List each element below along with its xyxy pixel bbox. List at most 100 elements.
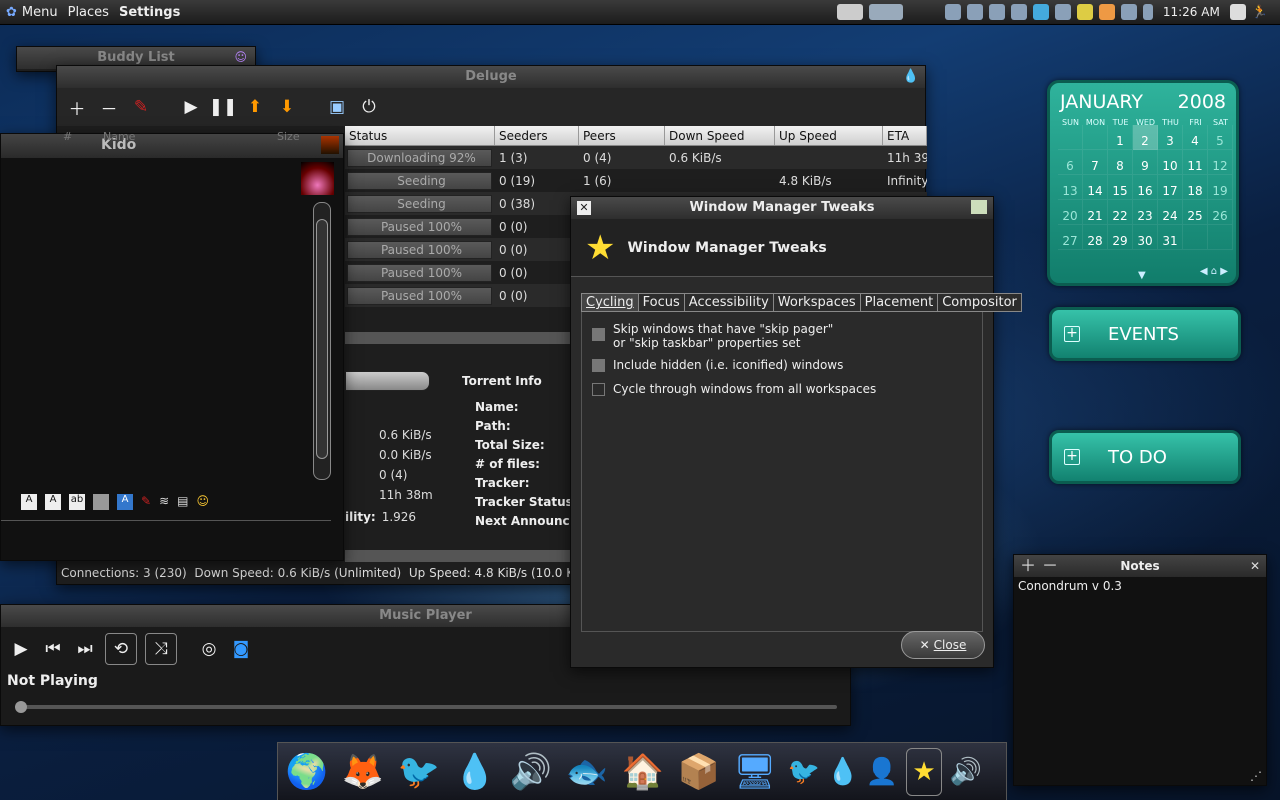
calendar-day[interactable]: 31 (1158, 225, 1183, 250)
resume-icon[interactable]: ▶ (179, 95, 203, 119)
shuffle-icon[interactable]: ⤨ (145, 633, 177, 665)
disk-icon[interactable] (1054, 4, 1071, 20)
scrollbar-thumb[interactable] (316, 219, 328, 459)
font-face-icon[interactable]: ab (69, 494, 85, 510)
tweaks-task-icon[interactable]: ★ (906, 747, 942, 796)
calendar-day[interactable]: 12 (1208, 150, 1233, 175)
calendar-day[interactable]: 27 (1058, 225, 1083, 250)
visualizer-icon[interactable]: ◙ (229, 637, 253, 661)
window-list-icon[interactable] (868, 4, 903, 20)
deluge-task-icon[interactable]: 💧 (827, 748, 859, 796)
tab-compositor[interactable]: Compositor (937, 293, 1022, 312)
chat-scrollbar[interactable] (313, 202, 331, 480)
calendar-day[interactable]: 21 (1083, 200, 1108, 225)
notes-titlebar[interactable]: ＋ － Notes ✕ (1014, 555, 1266, 577)
workspace-switcher-icon[interactable] (836, 4, 863, 20)
calendar-day[interactable] (1183, 225, 1208, 250)
add-icon[interactable]: ＋ (65, 95, 89, 120)
calendar-day[interactable]: 7 (1083, 150, 1108, 175)
deluge-tray-icon[interactable] (1032, 4, 1049, 20)
clock[interactable]: 11:26 AM (1163, 5, 1220, 19)
calendar-day[interactable]: 30 (1133, 225, 1158, 250)
calendar-day[interactable] (1083, 125, 1108, 150)
calendar-day[interactable]: 8 (1108, 150, 1133, 175)
next-icon[interactable]: ⏭ (73, 637, 97, 661)
tab-focus[interactable]: Focus (637, 293, 685, 312)
option-all-workspaces[interactable]: Cycle through windows from all workspace… (582, 372, 982, 396)
insert-image-icon[interactable]: ≋ (159, 494, 169, 510)
table-row[interactable]: Downloading 92% 1 (3) 0 (4) 0.6 KiB/s 11h 39 (345, 146, 927, 169)
insert-icon[interactable]: ▤ (177, 494, 188, 510)
todo-widget[interactable]: + TO DO (1049, 430, 1241, 484)
menu-button[interactable]: Menu (17, 5, 63, 20)
table-row[interactable]: Seeding 0 (19) 1 (6) 4.8 KiB/s Infinity (345, 169, 927, 192)
column-header[interactable]: Seeders (495, 126, 579, 145)
pause-icon[interactable]: ❚❚ (209, 95, 238, 119)
calendar-day[interactable]: 11 (1183, 150, 1208, 175)
pidgin-icon[interactable]: 🐦 (394, 748, 444, 796)
tab-placement[interactable]: Placement (859, 293, 939, 312)
column-header[interactable]: ETA (883, 126, 927, 145)
music-task-icon[interactable]: 🔊 (948, 748, 984, 796)
move-up-icon[interactable]: ⬆ (243, 95, 267, 119)
play-icon[interactable]: ▶ (9, 637, 33, 661)
tab-cycling[interactable]: Cycling (581, 293, 639, 312)
close-button[interactable]: ✕ Close (901, 631, 985, 659)
deluge-titlebar[interactable]: Deluge 💧 (57, 66, 925, 88)
calendar-day[interactable]: 17 (1158, 175, 1183, 200)
window-menu-icon[interactable] (971, 200, 987, 214)
calendar-day[interactable] (1058, 125, 1083, 150)
calendar-day[interactable]: 1 (1108, 125, 1133, 150)
font-color-icon[interactable]: A (117, 494, 133, 510)
deluge-icon[interactable]: 💧 (450, 748, 500, 796)
calendar-day[interactable]: 24 (1158, 200, 1183, 225)
option-include-hidden[interactable]: Include hidden (i.e. iconified) windows (582, 350, 982, 372)
repeat-icon[interactable]: ⟲ (105, 633, 137, 665)
firefox-icon[interactable]: 🦊 (338, 748, 388, 796)
calendar-day[interactable]: 3 (1158, 125, 1183, 150)
column-header[interactable]: Peers (579, 126, 665, 145)
reset-format-icon[interactable] (93, 494, 109, 510)
preferences-icon[interactable]: ▣ (325, 95, 349, 119)
clear-icon[interactable]: ✎ (129, 95, 153, 119)
events-widget[interactable]: + EVENTS (1049, 307, 1241, 361)
calendar-day[interactable]: 22 (1108, 200, 1133, 225)
tab-accessibility[interactable]: Accessibility (683, 293, 774, 312)
calendar-day[interactable]: 25 (1183, 200, 1208, 225)
calendar-day[interactable]: 23 (1133, 200, 1158, 225)
column-header[interactable]: Status (345, 126, 495, 145)
calendar-next-icon[interactable]: ▼ (1138, 270, 1146, 281)
volume-icon[interactable] (1142, 4, 1153, 20)
archive-icon[interactable]: 📦 (674, 748, 724, 796)
calendar-day[interactable]: 29 (1108, 225, 1133, 250)
desktop-icon[interactable]: 🖥 (730, 748, 780, 796)
column-header[interactable]: Up Speed (775, 126, 883, 145)
include-hidden-checkbox[interactable] (592, 359, 605, 372)
globe-icon[interactable]: 🌍 (282, 748, 332, 796)
remove-icon[interactable]: － (97, 95, 121, 120)
smiley-icon[interactable]: ☺ (196, 494, 209, 510)
calendar-day[interactable]: 14 (1083, 175, 1108, 200)
fish-icon[interactable]: 🐟 (562, 748, 612, 796)
logout-icon[interactable]: 🏃 (1252, 5, 1268, 20)
notes-text[interactable]: Conondrum v 0.3 (1014, 577, 1266, 595)
resize-grip-icon[interactable]: ⋰ (1250, 769, 1262, 783)
mail-icon[interactable] (1010, 4, 1027, 20)
calendar-nav-icon[interactable]: ◀ ⌂ ▶ (1200, 266, 1228, 277)
folder-icon[interactable] (1076, 4, 1093, 20)
calendar-day[interactable]: 26 (1208, 200, 1233, 225)
calculator-icon[interactable] (1229, 4, 1246, 20)
link-icon[interactable]: ✎ (141, 494, 151, 510)
move-down-icon[interactable]: ⬇ (275, 95, 299, 119)
network-icon[interactable] (944, 4, 961, 20)
display-icon[interactable] (966, 4, 983, 20)
settings-button[interactable]: Settings (114, 5, 185, 20)
calendar-day[interactable]: 13 (1058, 175, 1083, 200)
chat-titlebar[interactable]: Kido # Name Size (1, 130, 343, 158)
battery-icon[interactable] (1120, 4, 1137, 20)
home-icon[interactable]: 🏠 (618, 748, 668, 796)
places-button[interactable]: Places (63, 5, 114, 20)
column-header[interactable]: Down Speed (665, 126, 775, 145)
close-icon[interactable]: ✕ (577, 201, 591, 215)
notes-close-icon[interactable]: ✕ (1250, 555, 1260, 577)
